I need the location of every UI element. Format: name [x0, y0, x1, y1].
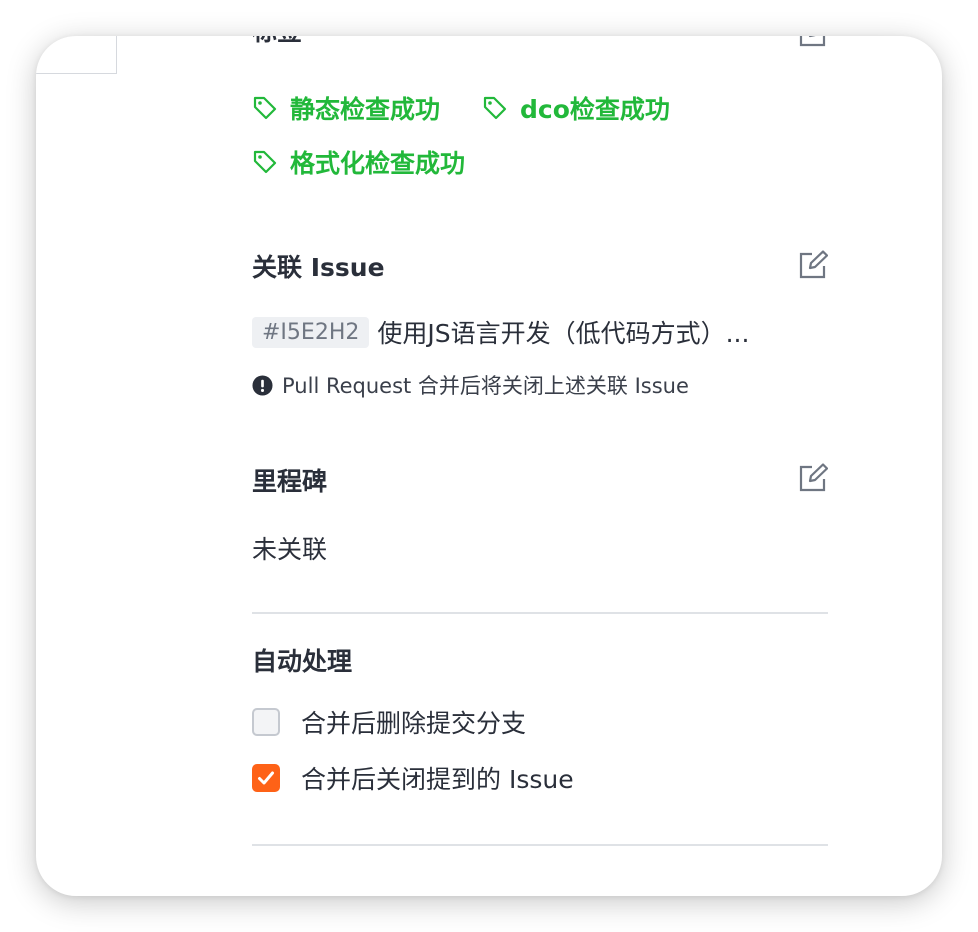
left-panel-corner	[36, 36, 117, 74]
issue-id-badge[interactable]: #I5E2H2	[252, 316, 370, 348]
delete-branch-option[interactable]: 合并后删除提交分支	[252, 704, 526, 740]
delete-branch-checkbox[interactable]	[252, 708, 280, 736]
close-issue-notice: Pull Request 合并后将关闭上述关联 Issue	[252, 370, 689, 400]
close-issue-option[interactable]: 合并后关闭提到的 Issue	[252, 760, 574, 796]
labels-edit-button[interactable]	[798, 36, 828, 48]
tag-format-check[interactable]: 格式化检查成功	[252, 144, 465, 180]
edit-icon	[799, 250, 828, 279]
auto-process-title: 自动处理	[252, 647, 353, 676]
issue-title-link[interactable]: 使用JS语言开发（低代码方式）...	[377, 314, 749, 350]
pr-sidebar-panel: 标签 静态检查成功 dco检查成功	[252, 36, 828, 896]
labels-section-title: 标签	[252, 36, 302, 48]
tag-label: 格式化检查成功	[290, 149, 466, 178]
linked-issue-item: #I5E2H2 使用JS语言开发（低代码方式）...	[252, 314, 828, 350]
exclamation-circle-icon	[252, 374, 273, 396]
section-divider	[252, 612, 828, 614]
linked-issue-title: 关联 Issue	[252, 253, 385, 282]
linked-issue-edit-button[interactable]	[798, 250, 828, 280]
tag-static-check[interactable]: 静态检查成功	[252, 90, 440, 126]
close-issue-label: 合并后关闭提到的 Issue	[301, 765, 574, 794]
milestone-title: 里程碑	[252, 467, 328, 496]
tag-label: dco检查成功	[520, 95, 670, 124]
notice-text: Pull Request 合并后将关闭上述关联 Issue	[282, 374, 689, 398]
edit-icon	[799, 463, 828, 492]
milestone-value: 未关联	[252, 535, 328, 564]
tag-icon	[253, 96, 277, 120]
delete-branch-label: 合并后删除提交分支	[301, 709, 527, 738]
sidebar-card: 标签 静态检查成功 dco检查成功	[36, 36, 942, 896]
tag-icon	[483, 96, 507, 120]
milestone-edit-button[interactable]	[798, 463, 828, 493]
tag-label: 静态检查成功	[290, 95, 441, 124]
close-issue-checkbox[interactable]	[252, 764, 280, 792]
section-divider	[252, 844, 828, 846]
checkmark-icon	[258, 771, 274, 785]
tag-dco-check[interactable]: dco检查成功	[482, 90, 670, 126]
tag-icon	[253, 150, 277, 174]
edit-icon	[799, 36, 826, 47]
